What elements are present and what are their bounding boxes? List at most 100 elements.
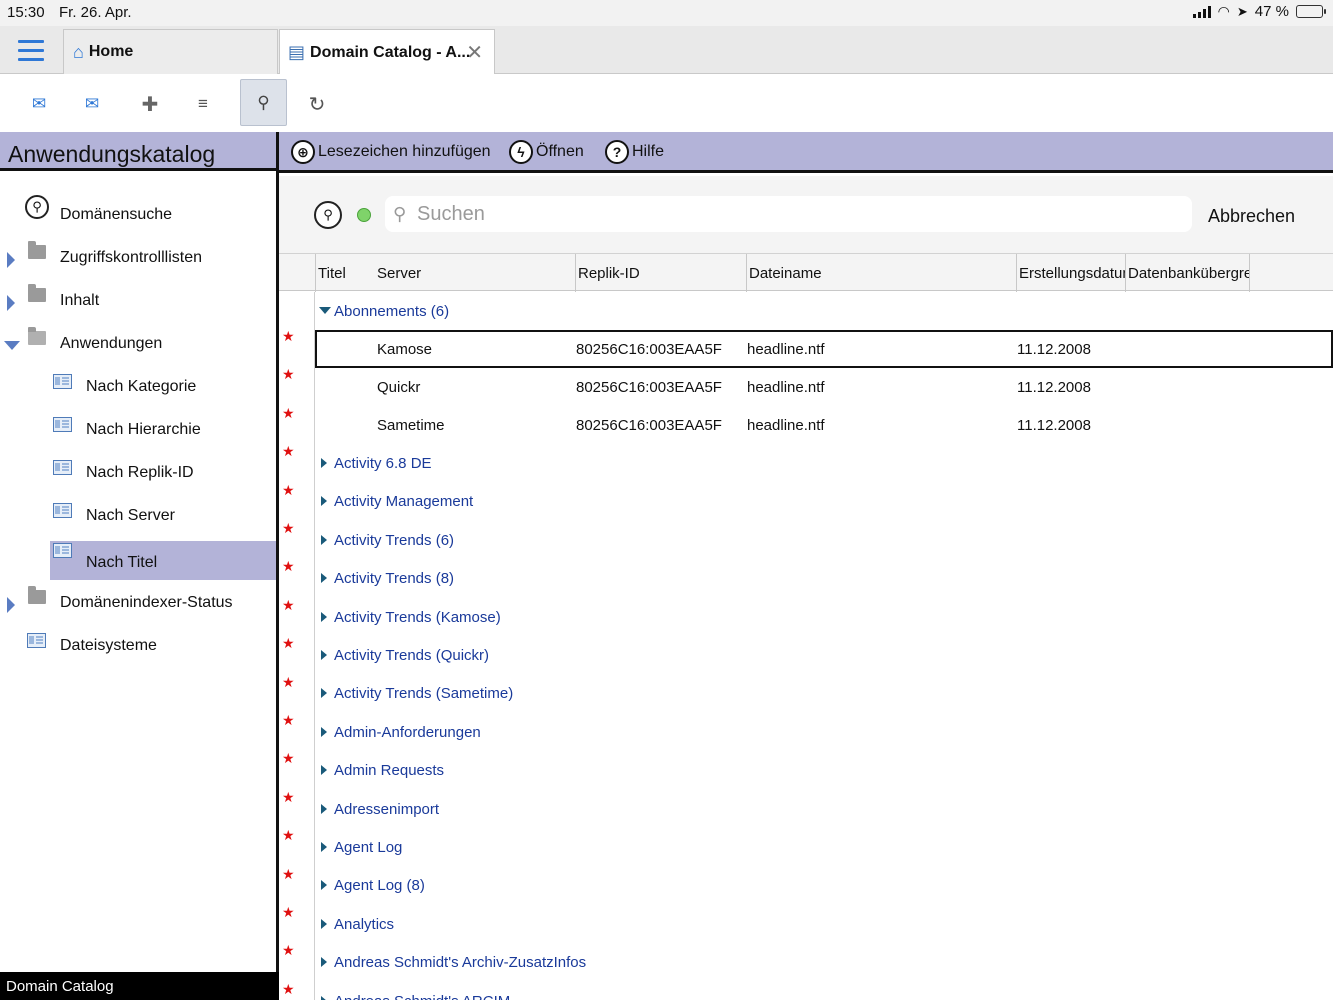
unread-star-icon: ★ [282, 520, 295, 536]
category-label: Admin-Anforderungen [334, 723, 481, 741]
expand-triangle-icon[interactable] [321, 880, 327, 891]
tree-item-domain-search[interactable]: ⚲ Domänensuche [0, 192, 276, 232]
cell-filename: headline.ntf [747, 379, 825, 396]
add-bookmark-button[interactable]: ⊕ Lesezeichen hinzufügen [291, 140, 491, 164]
expand-triangle-icon[interactable] [321, 573, 327, 584]
column-cross-database[interactable]: Datenbankübergreifend [1125, 254, 1249, 292]
table-row[interactable]: Sametime 80256C16:003EAA5F headline.ntf … [315, 406, 1333, 444]
cell-replica-id: 80256C16:003EAA5F [576, 417, 722, 434]
mail-down-icon[interactable]: ✉ [17, 82, 61, 126]
unread-star-icon: ★ [282, 750, 295, 767]
table-row[interactable]: Kamose 80256C16:003EAA5F headline.ntf 11… [315, 330, 1333, 368]
expand-triangle-icon[interactable] [321, 995, 327, 1000]
tree-item-content[interactable]: Inhalt [0, 278, 276, 318]
category-row[interactable]: Andreas Schmidt's Archiv-ZusatzInfos [315, 943, 1333, 981]
expand-triangle-icon[interactable] [321, 534, 327, 545]
category-row[interactable]: Activity Management [315, 482, 1333, 520]
help-button[interactable]: ? Hilfe [605, 140, 664, 164]
category-row[interactable]: Activity 6.8 DE [315, 444, 1333, 482]
category-row-open[interactable]: Abonnements (6) [315, 292, 1333, 330]
magnifier-icon: ⚲ [25, 195, 49, 219]
category-row[interactable]: Analytics [315, 905, 1333, 943]
expand-triangle-icon[interactable] [321, 842, 327, 852]
category-label: Activity Management [334, 493, 474, 511]
table-row[interactable]: Quickr 80256C16:003EAA5F headline.ntf 11… [315, 368, 1333, 406]
expand-arrow-icon[interactable] [7, 252, 15, 268]
expand-triangle-icon[interactable] [321, 688, 327, 699]
status-bar: 15:30 Fr. 26. Apr. ◠ ➤ 47 % [0, 0, 1333, 26]
close-icon[interactable]: ✕ [466, 40, 483, 65]
menu-icon[interactable] [18, 40, 44, 62]
expand-triangle-icon[interactable] [321, 611, 327, 622]
category-row[interactable]: Activity Trends (Kamose) [315, 598, 1333, 636]
advanced-search-icon[interactable]: ⚲ [314, 201, 342, 229]
search-icon[interactable]: ⚲ [240, 79, 287, 126]
add-icon[interactable]: ✚ [128, 82, 172, 126]
open-button[interactable]: ϟ Öffnen [509, 140, 584, 164]
collapse-arrow-icon[interactable] [4, 341, 20, 350]
column-replica-id[interactable]: Replik-ID [575, 254, 746, 292]
tree-item-acl[interactable]: Zugriffskontrolllisten [0, 235, 276, 275]
category-row[interactable]: Agent Log [315, 828, 1333, 866]
stack-icon[interactable]: ≡ [181, 82, 225, 126]
category-row[interactable]: Admin Requests [315, 751, 1333, 789]
tab-home[interactable]: ⌂ Home [63, 29, 278, 74]
column-server[interactable]: Server [375, 254, 575, 292]
category-row[interactable]: Activity Trends (8) [315, 559, 1333, 597]
column-title[interactable]: Titel [315, 254, 375, 292]
view-icon [53, 374, 72, 389]
search-input[interactable] [417, 202, 1177, 226]
cell-date: 11.12.2008 [1017, 417, 1091, 434]
category-row[interactable]: Activity Trends (Sametime) [315, 674, 1333, 712]
category-row[interactable]: Adressenimport [315, 790, 1333, 828]
expand-triangle-icon[interactable] [321, 918, 327, 929]
tree-item-file-systems[interactable]: Dateisysteme [0, 623, 276, 663]
refresh-icon[interactable]: ↻ [295, 82, 339, 126]
view-icon [53, 503, 72, 518]
column-filename[interactable]: Dateiname [746, 254, 1016, 292]
folder-open-icon [28, 327, 46, 345]
unread-star-icon: ★ [282, 443, 295, 460]
bookmark-icon: ⊕ [291, 140, 315, 164]
tree-item-indexer-status[interactable]: Domänenindexer-Status [0, 580, 276, 620]
tree-item-label: Nach Kategorie [86, 378, 197, 395]
battery-percent: 47 % [1254, 3, 1289, 20]
category-row[interactable]: Activity Trends (Quickr) [315, 636, 1333, 674]
expand-arrow-icon[interactable] [7, 295, 15, 311]
cancel-button[interactable]: Abbrechen [1208, 206, 1295, 227]
unread-star-icon: ★ [282, 827, 295, 844]
expand-arrow-icon[interactable] [7, 597, 15, 613]
category-row[interactable]: Activity Trends (6) [315, 521, 1333, 559]
collapse-triangle-icon[interactable] [319, 307, 331, 314]
search-field[interactable]: ⚲ [385, 196, 1192, 232]
tree-item-by-category[interactable]: Nach Kategorie [0, 364, 276, 404]
expand-triangle-icon[interactable] [321, 765, 327, 776]
category-row[interactable]: Agent Log (8) [315, 866, 1333, 904]
catalog-list: ★ ★ ★ ★ ★ ★ ★ ★ ★ ★ ★ ★ ★ ★ ★ ★ ★ ★ Abonnements (6) Kamos… [279, 292, 1333, 1000]
expand-triangle-icon[interactable] [321, 650, 327, 660]
tree-item-by-title[interactable]: Nach Titel [50, 541, 276, 580]
expand-triangle-icon[interactable] [321, 803, 327, 814]
expand-triangle-icon[interactable] [321, 496, 327, 507]
cell-date: 11.12.2008 [1017, 341, 1091, 358]
unread-star-icon: ★ [282, 328, 295, 344]
search-icon: ⚲ [393, 203, 407, 224]
expand-triangle-icon[interactable] [321, 726, 327, 737]
tab-domain-catalog[interactable]: ▤ Domain Catalog - A... ✕ [279, 29, 495, 75]
unread-marker-column: ★ ★ ★ ★ ★ ★ ★ ★ ★ ★ ★ ★ ★ ★ ★ ★ ★ ★ [279, 292, 315, 1000]
tree-item-applications[interactable]: Anwendungen [0, 321, 276, 361]
battery-icon [1296, 5, 1326, 18]
cell-date: 11.12.2008 [1017, 379, 1091, 396]
mail-up-icon[interactable]: ✉ [70, 82, 114, 126]
tree-item-by-server[interactable]: Nach Server [0, 493, 276, 533]
expand-triangle-icon[interactable] [321, 458, 327, 468]
expand-triangle-icon[interactable] [321, 957, 327, 968]
tree-item-label: Anwendungen [60, 335, 163, 352]
tree-item-by-hierarchy[interactable]: Nach Hierarchie [0, 407, 276, 447]
category-row[interactable]: Admin-Anforderungen [315, 713, 1333, 751]
column-creation-date[interactable]: Erstellungsdatum [1016, 254, 1125, 292]
tree-item-by-replica-id[interactable]: Nach Replik-ID [0, 450, 276, 490]
cell-filename: headline.ntf [747, 417, 825, 434]
tree-item-label: Nach Server [86, 507, 175, 524]
category-row[interactable]: Andreas Schmidt's ARCIM [315, 982, 1333, 1000]
